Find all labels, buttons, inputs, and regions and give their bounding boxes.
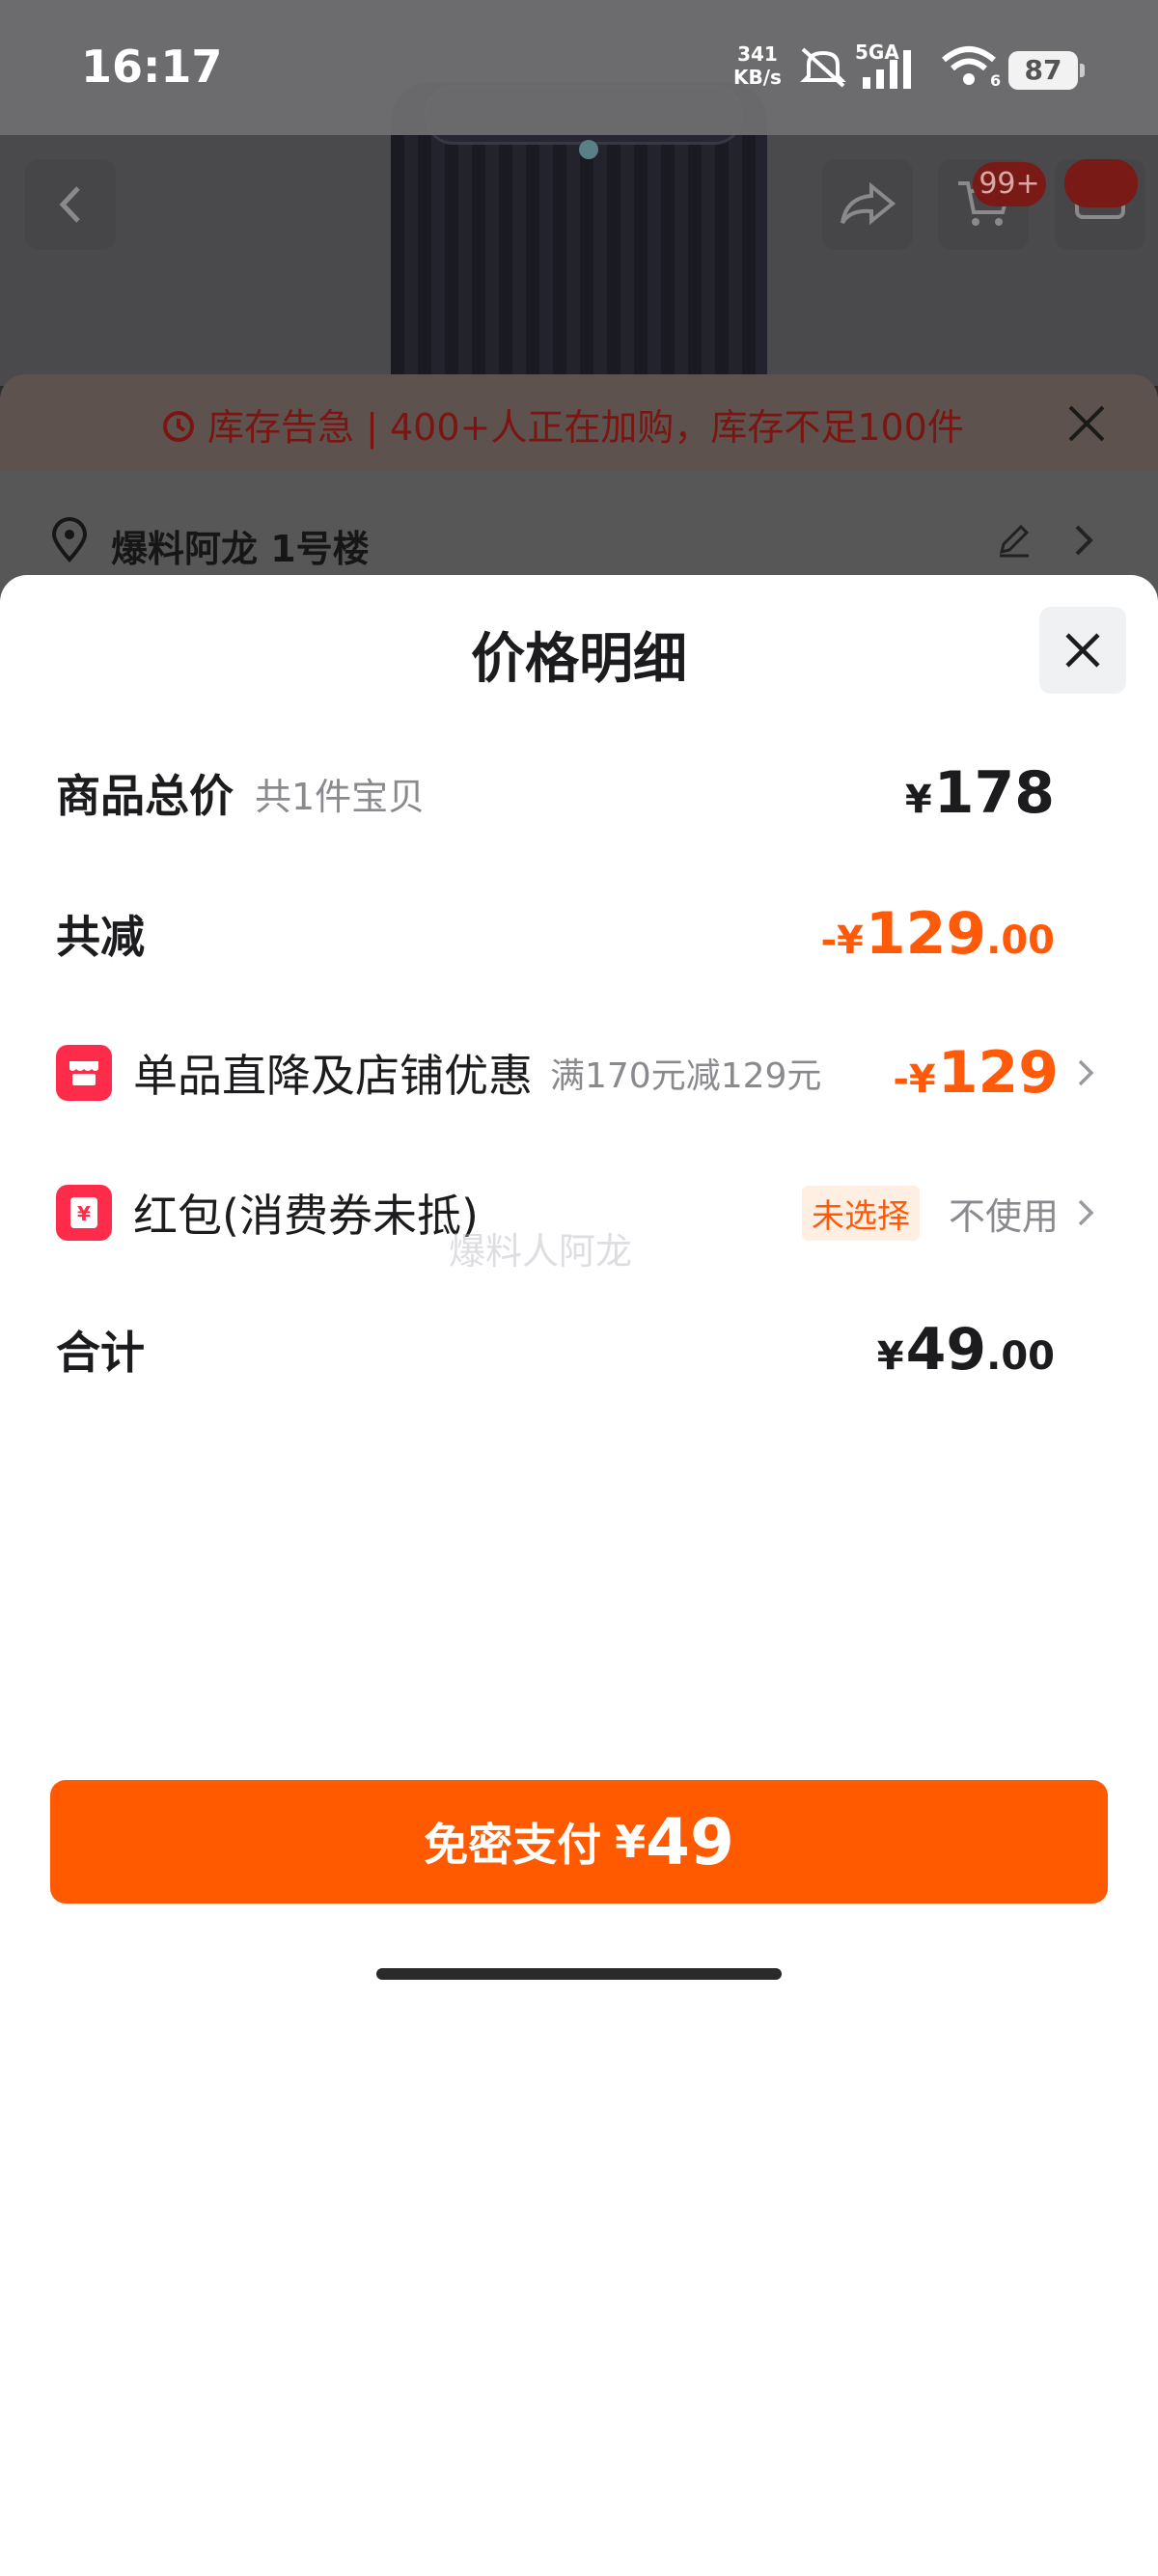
status-time: 16:17 xyxy=(81,41,223,93)
row-label: 红包(消费券未抵) xyxy=(133,1190,479,1242)
unselected-tag: 未选择 xyxy=(801,1185,920,1241)
row-label: 共减 xyxy=(56,911,145,963)
chevron-right-icon xyxy=(1075,525,1093,556)
cart-count-badge: 99+ xyxy=(973,162,1046,206)
message-badge xyxy=(1064,159,1138,207)
stock-alert-bar: 库存告急 | 400+人正在加购，库存不足100件 xyxy=(0,374,1158,471)
sheet-close-button[interactable] xyxy=(1039,607,1126,694)
chevron-right-icon xyxy=(1078,1059,1094,1086)
alarm-clock-icon xyxy=(163,410,194,442)
cellular-signal-icon: 5GA xyxy=(855,41,923,91)
pay-button-amount: 49 xyxy=(646,1804,734,1879)
share-icon xyxy=(841,181,896,226)
home-indicator[interactable] xyxy=(376,1968,782,1980)
close-icon xyxy=(1065,633,1100,668)
row-label: 商品总价 xyxy=(56,770,234,822)
mute-icon xyxy=(797,42,849,91)
pay-button-currency: ¥ xyxy=(615,1816,647,1868)
location-pin-icon xyxy=(51,517,88,563)
row-shop-discount[interactable]: 单品直降及店铺优惠 满170元减129元 -¥129 xyxy=(56,1034,1103,1111)
goods-total-price: ¥178 xyxy=(904,759,1055,827)
address-text: 爆料阿龙 1号楼 xyxy=(111,528,370,570)
wifi-icon: 6 xyxy=(940,42,1001,91)
row-sub: 共1件宝贝 xyxy=(255,775,426,818)
password-free-pay-button[interactable]: 免密支付 ¥ 49 xyxy=(50,1780,1108,1904)
edit-icon[interactable] xyxy=(994,521,1033,560)
close-icon[interactable] xyxy=(1066,403,1107,444)
chevron-left-icon xyxy=(59,186,80,223)
stock-alert-text: 库存告急 | 400+人正在加购，库存不足100件 xyxy=(207,406,964,449)
svg-text:¥: ¥ xyxy=(77,1202,91,1225)
pay-button-label: 免密支付 xyxy=(424,1819,602,1871)
not-use-text: 不使用 xyxy=(948,1194,1059,1238)
shop-icon xyxy=(56,1045,112,1101)
row-total-reduction: 共减 -¥129.00 xyxy=(56,895,1103,973)
status-bar: 16:17 341 KB/s 5GA 6 87 xyxy=(0,0,1158,135)
net-speed: 341 KB/s xyxy=(733,42,782,89)
discount-price: -¥129 xyxy=(893,1039,1059,1107)
back-button[interactable] xyxy=(25,159,116,250)
reduction-price: -¥129.00 xyxy=(820,900,1055,968)
row-label: 单品直降及店铺优惠 xyxy=(133,1050,533,1102)
row-sub: 满170元减129元 xyxy=(550,1056,822,1096)
battery-indicator: 87 xyxy=(1008,51,1085,90)
row-label: 合计 xyxy=(56,1327,145,1379)
share-button[interactable] xyxy=(822,159,913,250)
sheet-title: 价格明细 xyxy=(471,628,687,691)
price-detail-sheet: 价格明细 商品总价 共1件宝贝 ¥178 共减 -¥129.00 单品直降及店铺… xyxy=(0,575,1158,2576)
row-goods-total: 商品总价 共1件宝贝 ¥178 xyxy=(56,754,1103,832)
watermark: 爆料人阿龙 xyxy=(449,1230,633,1273)
chevron-right-icon xyxy=(1078,1199,1094,1226)
jeans-button xyxy=(579,140,598,159)
row-total-sum: 合计 ¥49.00 xyxy=(56,1311,1103,1388)
red-packet-icon: ¥ xyxy=(56,1185,112,1241)
sum-price: ¥49.00 xyxy=(876,1316,1055,1384)
